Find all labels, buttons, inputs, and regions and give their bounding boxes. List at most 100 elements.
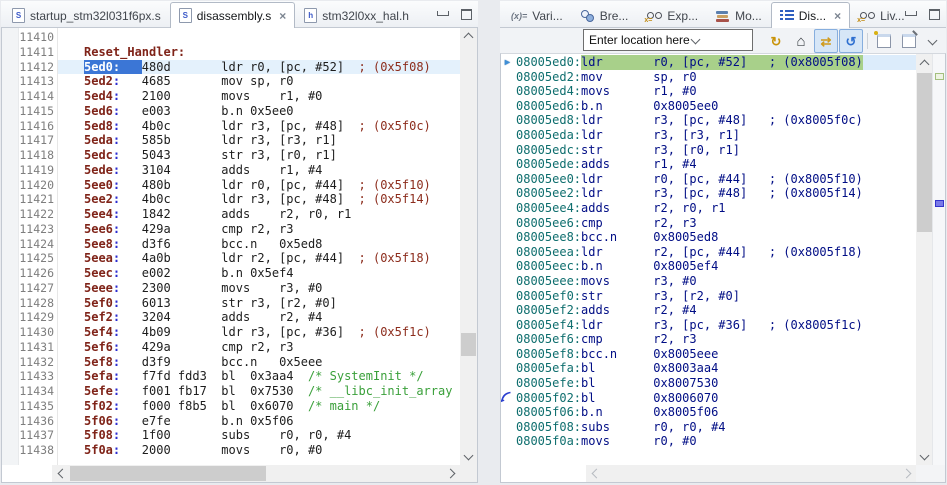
- close-icon[interactable]: ×: [279, 9, 286, 23]
- asm-line[interactable]: 11416 5ed8: 4b0c ldr r3, [pc, #48] ; (0x5f0c…: [2, 119, 460, 134]
- disasm-row[interactable]: 08005ef4: ldr r3, [pc, #36] ; (0x8005f1c): [501, 318, 916, 333]
- tab-variables[interactable]: (x)= Vari...: [502, 3, 572, 27]
- assembly-code-area[interactable]: 11410 11411 Reset_Handler: 11412 5ed0: 480d ld…: [2, 30, 460, 465]
- disasm-row[interactable]: 08005f02: bl 0x8006070: [501, 391, 916, 406]
- asm-line[interactable]: 11426 5eec: e002 b.n 0x5ef4: [2, 266, 460, 281]
- disasm-row[interactable]: 08005ee6: cmp r2, r3: [501, 216, 916, 231]
- disasm-row[interactable]: 08005ed8: ldr r3, [pc, #48] ; (0x8005f0c): [501, 113, 916, 128]
- disasm-row[interactable]: ► 08005ed0: ldr r0, [pc, #52] ; (0x8005f08): [501, 55, 916, 70]
- open-new-view-button[interactable]: [872, 29, 896, 53]
- disasm-gutter[interactable]: [501, 128, 516, 143]
- line-number[interactable]: 11410: [18, 30, 54, 45]
- scroll-up-button[interactable]: [460, 27, 477, 44]
- line-number[interactable]: 11422: [18, 207, 54, 222]
- line-number[interactable]: 11429: [18, 310, 54, 325]
- disasm-row[interactable]: 08005efa: bl 0x8003aa4: [501, 361, 916, 376]
- disasm-row[interactable]: 08005ed2: mov sp, r0: [501, 70, 916, 85]
- line-number[interactable]: 11425: [18, 251, 54, 266]
- asm-line[interactable]: 11413 5ed2: 4685 mov sp, r0: [2, 74, 460, 89]
- asm-line[interactable]: 11430 5ef4: 4b09 ldr r3, [pc, #36] ; (0x5f1c…: [2, 325, 460, 340]
- disasm-row[interactable]: 08005f06: b.n 0x8005f06: [501, 405, 916, 420]
- asm-line[interactable]: 11414 5ed4: 2100 movs r1, #0: [2, 89, 460, 104]
- disasm-gutter[interactable]: [501, 405, 516, 420]
- disasm-gutter[interactable]: [501, 303, 516, 318]
- horizontal-scrollbar[interactable]: [52, 465, 460, 482]
- disasm-gutter[interactable]: [501, 289, 516, 304]
- disasm-row[interactable]: 08005ee0: ldr r0, [pc, #44] ; (0x8005f10): [501, 172, 916, 187]
- disasm-row[interactable]: 08005ed4: movs r1, #0: [501, 84, 916, 99]
- line-number[interactable]: 11411: [18, 45, 54, 60]
- asm-line[interactable]: 11432 5ef8: d3f9 bcc.n 0x5eee: [2, 355, 460, 370]
- line-number[interactable]: 11428: [18, 296, 54, 311]
- line-number[interactable]: 11430: [18, 325, 54, 340]
- disasm-row[interactable]: 08005eee: movs r3, #0: [501, 274, 916, 289]
- scroll-right-button[interactable]: [899, 465, 916, 482]
- asm-line[interactable]: 11423 5ee6: 429a cmp r2, r3: [2, 222, 460, 237]
- disasm-gutter[interactable]: [501, 420, 516, 435]
- scroll-right-button[interactable]: [443, 465, 460, 482]
- disasm-gutter[interactable]: [501, 113, 516, 128]
- disasm-gutter[interactable]: [501, 143, 516, 158]
- disasm-row[interactable]: 08005ee8: bcc.n 0x8005ed8: [501, 230, 916, 245]
- line-number[interactable]: 11417: [18, 133, 54, 148]
- disasm-row[interactable]: 08005eda: ldr r3, [r3, r1]: [501, 128, 916, 143]
- disasm-row[interactable]: 08005ef8: bcc.n 0x8005eee: [501, 347, 916, 362]
- scrollbar-thumb[interactable]: [461, 333, 476, 356]
- line-number[interactable]: 11416: [18, 119, 54, 134]
- disasm-row[interactable]: 08005eec: b.n 0x8005ef4: [501, 259, 916, 274]
- scroll-down-button[interactable]: [916, 448, 933, 465]
- asm-line[interactable]: 11434 5efe: f001 fb17 bl 0x7530 /* __libc_in…: [2, 384, 460, 399]
- disasm-row[interactable]: 08005ede: adds r1, #4: [501, 157, 916, 172]
- asm-line[interactable]: 11433 5efa: f7fd fdd3 bl 0x3aa4 /* SystemIni…: [2, 369, 460, 384]
- line-number[interactable]: 11418: [18, 148, 54, 163]
- line-number[interactable]: 11435: [18, 399, 54, 414]
- asm-line[interactable]: 11411 Reset_Handler:: [2, 45, 460, 60]
- disasm-row[interactable]: 08005ee4: adds r2, r0, r1: [501, 201, 916, 216]
- asm-line[interactable]: 11427 5eee: 2300 movs r3, #0: [2, 281, 460, 296]
- location-combo[interactable]: Enter location here: [583, 29, 753, 51]
- disasm-row[interactable]: 08005ef6: cmp r2, r3: [501, 332, 916, 347]
- close-icon[interactable]: ×: [834, 9, 841, 23]
- tab-modules[interactable]: Mo...: [707, 3, 771, 27]
- scrollbar-thumb[interactable]: [70, 466, 266, 481]
- breakpoint-marker[interactable]: [935, 200, 944, 207]
- disasm-gutter[interactable]: [501, 186, 516, 201]
- asm-line[interactable]: 11437 5f08: 1f00 subs r0, r0, #4: [2, 428, 460, 443]
- disasm-gutter[interactable]: [501, 434, 516, 449]
- asm-line[interactable]: 11415 5ed6: e003 b.n 0x5ee0: [2, 104, 460, 119]
- disasm-row[interactable]: 08005ee2: ldr r3, [pc, #48] ; (0x8005f14): [501, 186, 916, 201]
- disasm-gutter[interactable]: [501, 361, 516, 376]
- line-number[interactable]: 11431: [18, 340, 54, 355]
- asm-line[interactable]: 11417 5eda: 585b ldr r3, [r3, r1]: [2, 133, 460, 148]
- asm-line[interactable]: 11410: [2, 30, 460, 45]
- line-number[interactable]: 11426: [18, 266, 54, 281]
- disasm-gutter[interactable]: [501, 70, 516, 85]
- line-number[interactable]: 11432: [18, 355, 54, 370]
- asm-line[interactable]: 11428 5ef0: 6013 str r3, [r2, #0]: [2, 296, 460, 311]
- asm-line[interactable]: 11435 5f02: f000 f8b5 bl 0x6070 /* main */: [2, 399, 460, 414]
- disasm-row[interactable]: 08005efe: bl 0x8007530: [501, 376, 916, 391]
- line-number[interactable]: 11415: [18, 104, 54, 119]
- asm-line[interactable]: 11438 5f0a: 2000 movs r0, #0: [2, 443, 460, 458]
- line-number[interactable]: 11433: [18, 369, 54, 384]
- line-number[interactable]: 11412: [18, 60, 54, 75]
- disasm-gutter[interactable]: [501, 99, 516, 114]
- disasm-gutter[interactable]: [501, 318, 516, 333]
- line-number[interactable]: 11421: [18, 192, 54, 207]
- refresh-view-button[interactable]: ↻: [764, 29, 788, 53]
- asm-line[interactable]: 11418 5edc: 5043 str r3, [r0, r1]: [2, 148, 460, 163]
- disasm-gutter[interactable]: [501, 201, 516, 216]
- scroll-down-button[interactable]: [460, 448, 477, 465]
- disasm-row[interactable]: 08005eea: ldr r2, [pc, #44] ; (0x8005f18): [501, 245, 916, 260]
- disasm-gutter[interactable]: [501, 84, 516, 99]
- asm-line[interactable]: 11412 5ed0: 480d ldr r0, [pc, #52] ; (0x5f08…: [2, 59, 460, 75]
- tab-disassembly-view[interactable]: Dis... ×: [770, 2, 851, 28]
- disasm-row[interactable]: 08005edc: str r3, [r0, r1]: [501, 143, 916, 158]
- line-number[interactable]: 11420: [18, 178, 54, 193]
- line-number[interactable]: 11438: [18, 443, 54, 458]
- disassembly-rows[interactable]: ► 08005ed0: ldr r0, [pc, #52]; (0x8005f08) 0…: [501, 55, 916, 465]
- line-number[interactable]: 11434: [18, 384, 54, 399]
- disasm-gutter[interactable]: [501, 274, 516, 289]
- disasm-gutter[interactable]: [501, 347, 516, 362]
- scroll-left-button[interactable]: [52, 465, 69, 482]
